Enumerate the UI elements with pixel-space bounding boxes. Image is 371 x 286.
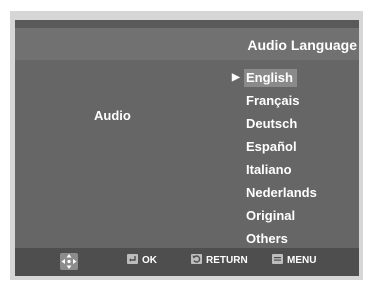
option-deutsch[interactable]: Deutsch: [244, 115, 354, 138]
option-label: Original: [246, 208, 296, 223]
option-italiano[interactable]: Italiano: [244, 161, 354, 184]
option-label: Nederlands: [246, 185, 317, 200]
setting-label: Audio: [94, 108, 131, 123]
language-option-list: ▶ English Français Deutsch Español Itali…: [232, 69, 354, 253]
option-label: Français: [246, 93, 300, 108]
enter-icon: [127, 254, 138, 264]
menu-hint: MENU: [272, 254, 316, 268]
option-label: English: [244, 69, 297, 87]
ok-hint: OK: [127, 254, 157, 268]
option-label: Español: [246, 139, 297, 154]
top-strip: [15, 20, 359, 28]
page-title: Audio Language: [247, 37, 357, 53]
option-francais[interactable]: Français: [244, 92, 354, 115]
option-english[interactable]: ▶ English: [232, 69, 354, 92]
return-icon: [191, 254, 202, 264]
option-nederlands[interactable]: Nederlands: [244, 184, 354, 207]
option-espanol[interactable]: Español: [244, 138, 354, 161]
option-original[interactable]: Original: [244, 207, 354, 230]
menu-label: MENU: [287, 255, 317, 266]
osd-screen: Audio Language Audio ▶ English Français …: [15, 20, 359, 276]
footer-bar: OK RETURN MENU: [15, 248, 359, 276]
option-label: Others: [246, 231, 288, 246]
selection-arrow-icon: ▶: [232, 72, 240, 83]
header-bar: Audio Language: [15, 28, 359, 60]
return-label: RETURN: [206, 255, 248, 266]
option-label: Italiano: [246, 162, 292, 177]
direction-pad-icon: [60, 253, 78, 270]
return-hint: RETURN: [191, 254, 248, 268]
menu-icon: [272, 254, 283, 264]
menu-body: Audio ▶ English Français Deutsch Español…: [15, 60, 359, 248]
ok-label: OK: [142, 255, 157, 266]
option-label: Deutsch: [246, 116, 298, 131]
